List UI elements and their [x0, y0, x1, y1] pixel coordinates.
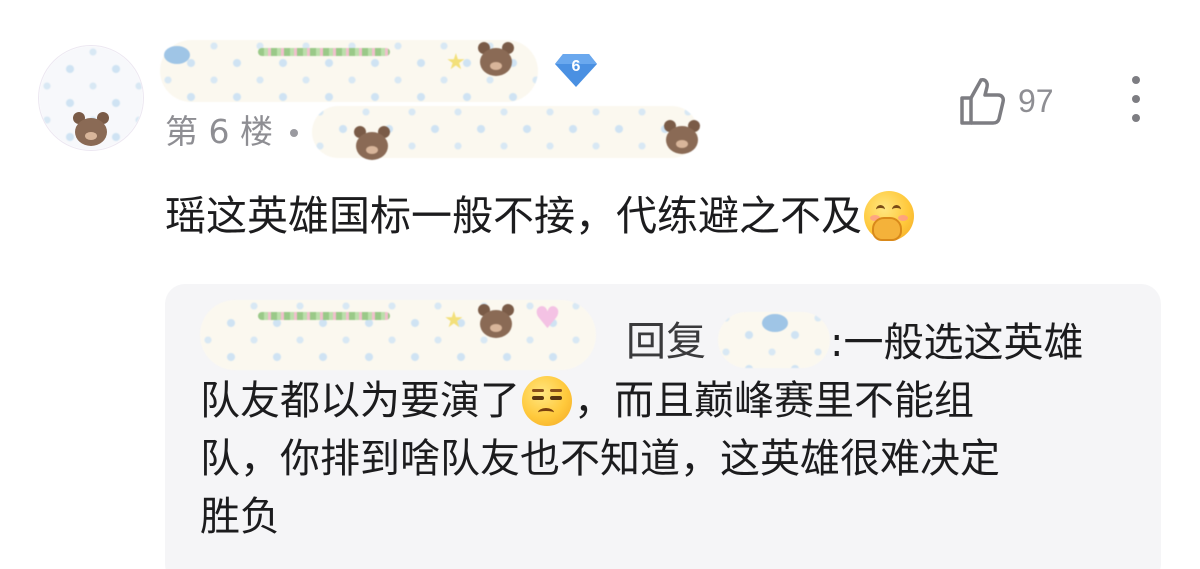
bear-sticker-icon: [71, 112, 111, 146]
reply-body: :一般选这英雄 队友都以为要演了 ，而且巅峰赛里不能组 队，你排到啥队友也不知道…: [200, 314, 1083, 546]
reply-text-line-2b: ，而且巅峰赛里不能组: [574, 378, 974, 424]
hand-over-mouth-emoji: [864, 191, 914, 241]
reply-text-line-4: 胜负: [200, 494, 280, 540]
reply-line-1: :一般选这英雄: [200, 314, 1083, 372]
like-count: 97: [1018, 82, 1054, 119]
separator-dot: [290, 129, 298, 137]
star-sticker-icon: ★: [446, 50, 466, 75]
reply-line-3: 队，你排到啥队友也不知道，这英雄很难决定: [200, 430, 1083, 488]
comment-body: 瑶这英雄国标一般不接，代练避之不及: [165, 188, 914, 244]
bear-sticker-icon: [352, 126, 392, 160]
floor-label: 第 6 楼: [165, 112, 273, 151]
reply-text-line-2a: 队友都以为要演了: [200, 378, 520, 424]
bear-sticker-icon: [662, 120, 702, 154]
reply-text-line-3: 队，你排到啥队友也不知道，这英雄很难决定: [200, 436, 1000, 482]
reply-text-line-1: :一般选这英雄: [830, 320, 1084, 366]
unamused-face-emoji: [522, 376, 572, 426]
meta-info-masked: [312, 106, 700, 160]
comment-text: 瑶这英雄国标一般不接，代练避之不及: [165, 192, 862, 240]
level-number: 6: [571, 58, 581, 75]
flower-sticker-icon: [164, 46, 190, 64]
username-masked[interactable]: ★: [160, 40, 538, 102]
like-button[interactable]: 97: [958, 74, 1054, 128]
reply-line-4: 胜负: [200, 488, 1083, 546]
bear-sticker-icon: [476, 42, 516, 76]
leaves-sticker-icon: [258, 48, 390, 56]
avatar[interactable]: [38, 45, 144, 151]
comment-card: ★ 6 第 6 楼 97 瑶这英雄国标一般不接，代练避之不及 ★ ♥ 回复:一…: [0, 0, 1200, 569]
thumbs-up-icon: [960, 78, 1005, 125]
reply-line-2: 队友都以为要演了 ，而且巅峰赛里不能组: [200, 372, 1083, 430]
more-options-icon[interactable]: [1124, 72, 1148, 126]
level-badge: 6: [553, 51, 599, 89]
